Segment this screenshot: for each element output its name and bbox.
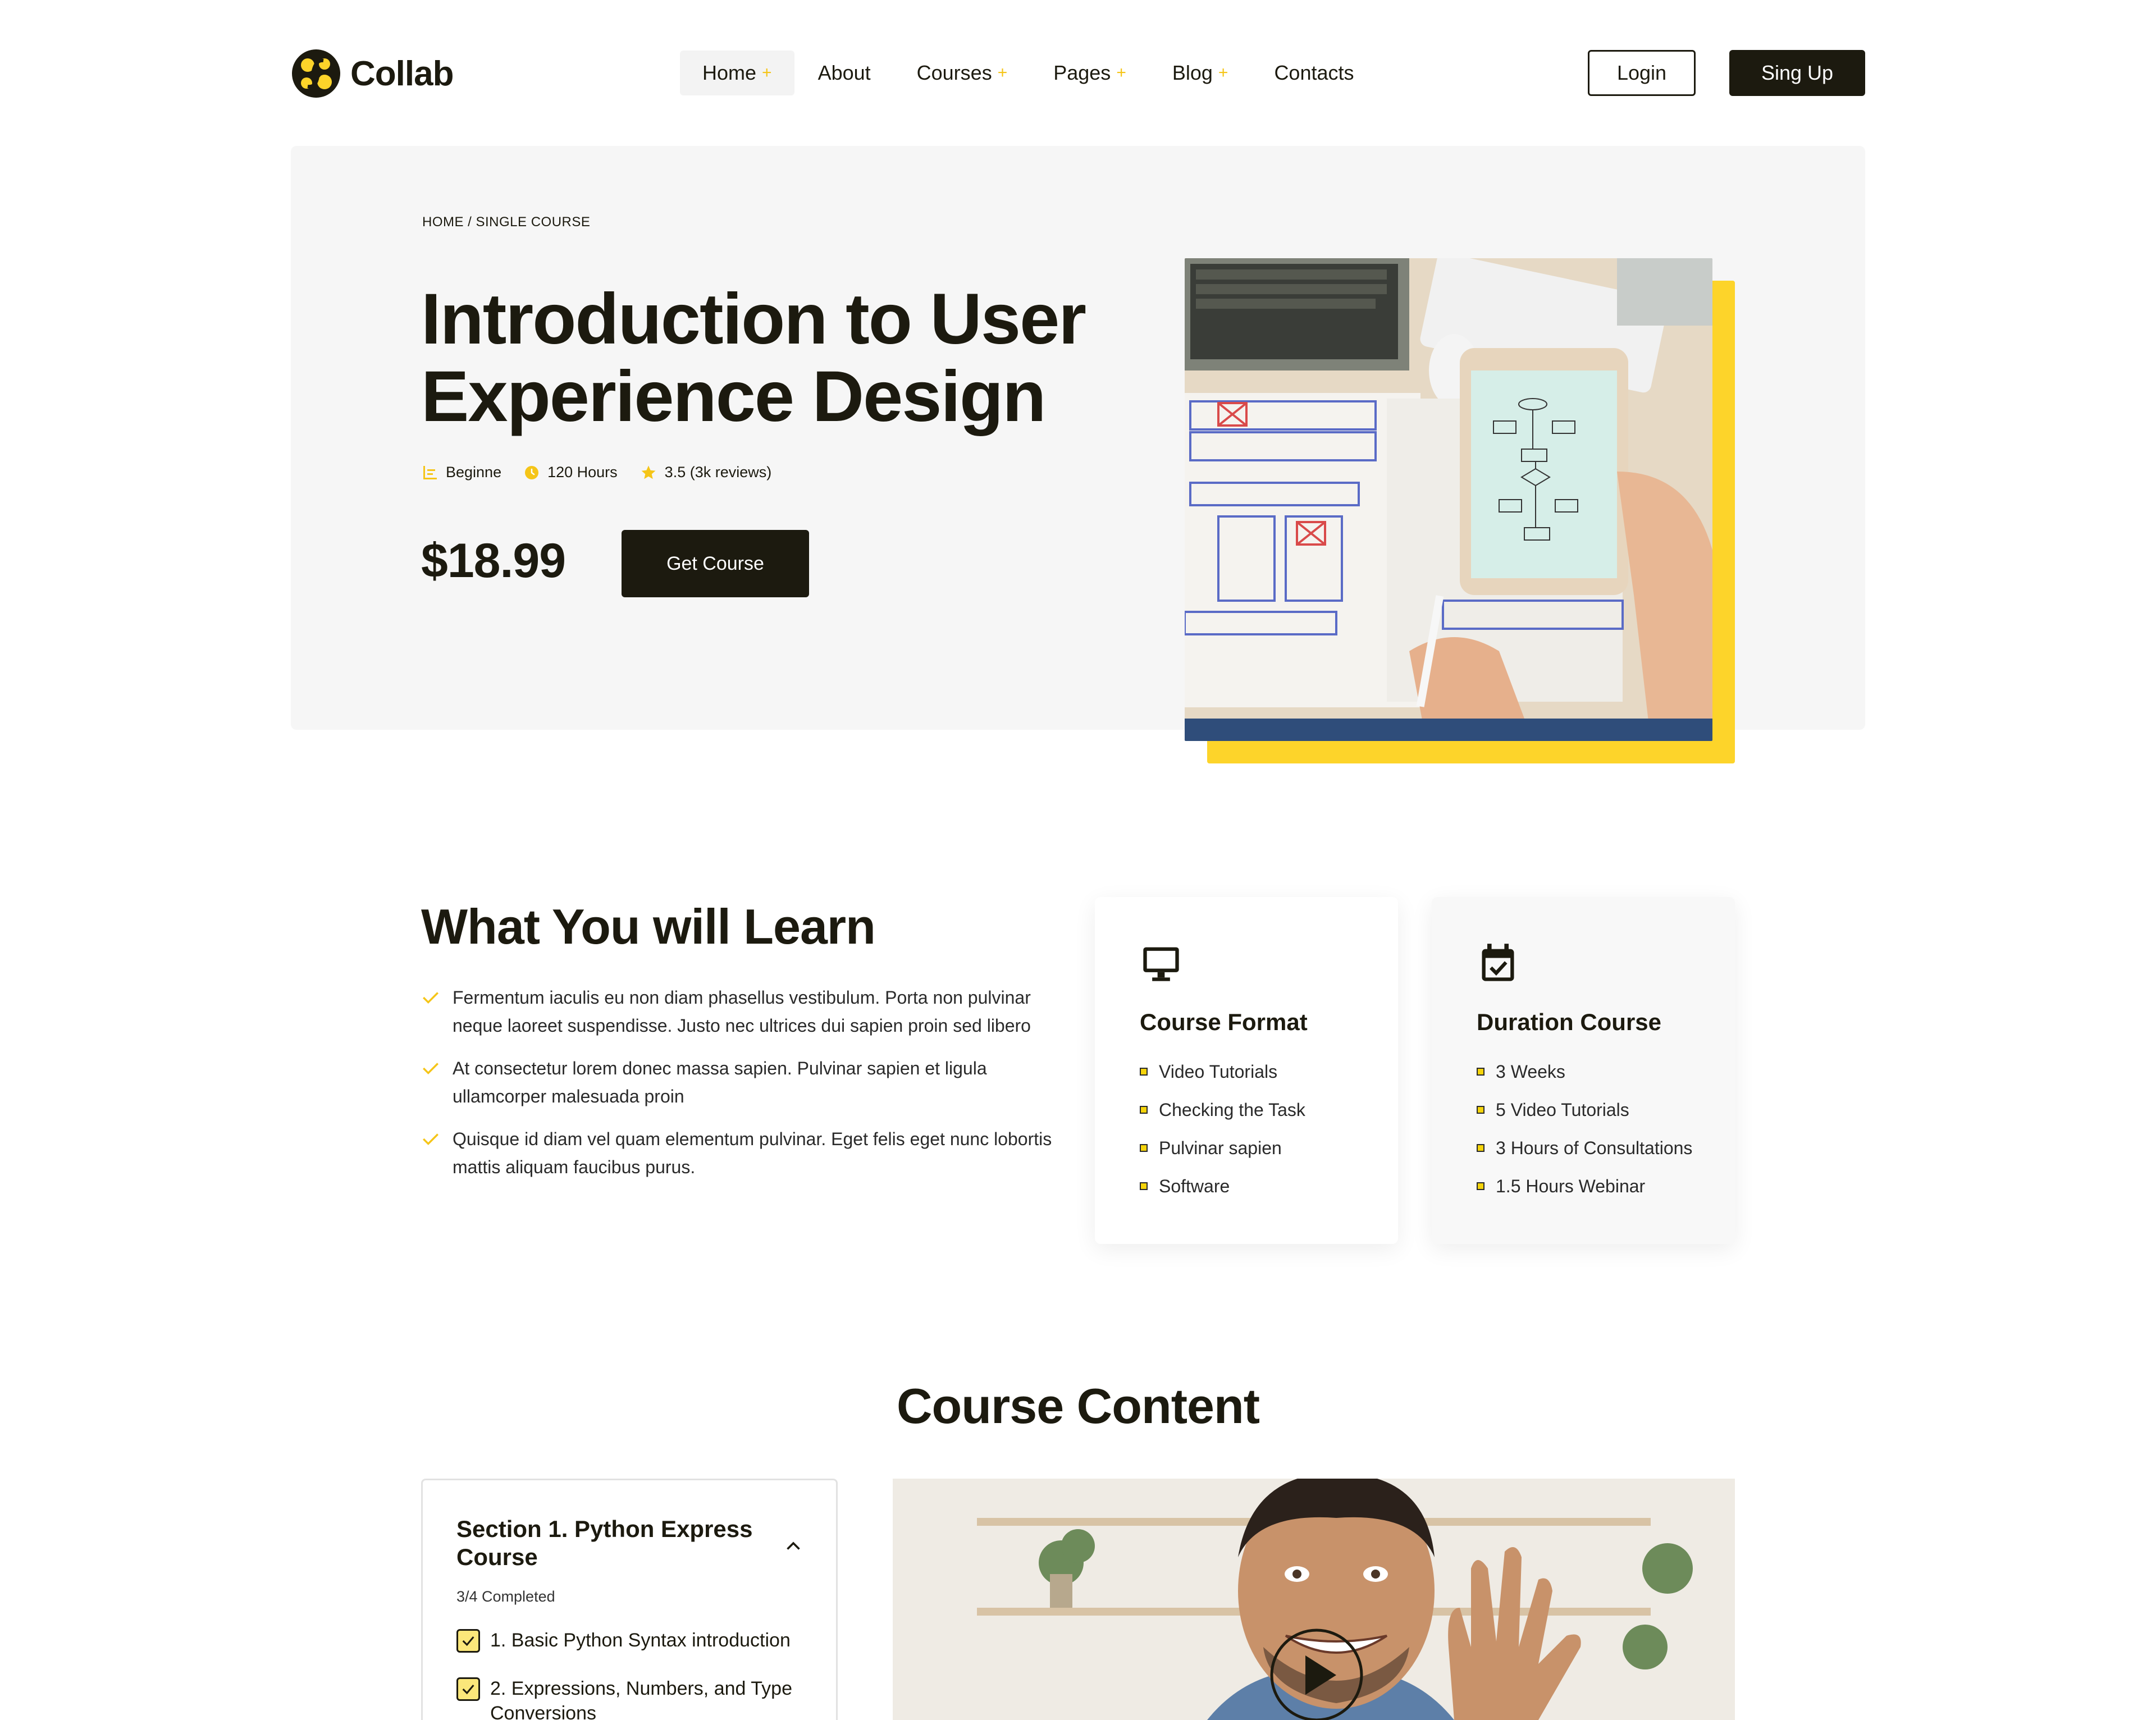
meta-rating-text: 3.5 (3k reviews) <box>664 464 772 481</box>
card-list-item: Pulvinar sapien <box>1140 1129 1398 1167</box>
check-icon <box>423 1063 438 1074</box>
nav-blog-label: Blog <box>1172 61 1213 84</box>
course-price: $18.99 <box>421 534 566 588</box>
meta-rating: 3.5 (3k reviews) <box>640 464 772 481</box>
check-icon <box>423 992 438 1004</box>
level-icon <box>423 465 437 479</box>
check-icon <box>462 1685 474 1695</box>
card-list-item: 1.5 Hours Webinar <box>1477 1167 1735 1205</box>
check-icon <box>423 1133 438 1145</box>
tablet-wireframe-photo-icon <box>1185 258 1712 741</box>
card-list-item: Software <box>1140 1167 1398 1205</box>
bullet-square-icon <box>1140 1068 1148 1076</box>
card-list-item: 5 Video Tutorials <box>1477 1091 1735 1129</box>
logo-text: Collab <box>350 54 454 93</box>
chevron-up-icon[interactable] <box>783 1536 803 1557</box>
card-list: 3 Weeks 5 Video Tutorials 3 Hours of Con… <box>1477 1053 1735 1205</box>
learn-item-text: Quisque id diam vel quam elementum pulvi… <box>453 1129 1052 1177</box>
logo[interactable]: Collab <box>291 48 454 99</box>
learn-item-text: Fermentum iaculis eu non diam phasellus … <box>453 987 1031 1036</box>
card-list-item-text: 5 Video Tutorials <box>1496 1099 1629 1120</box>
section-title[interactable]: Section 1. Python Express Course <box>456 1515 771 1571</box>
page-title: Introduction to User Experience Design <box>421 279 1086 437</box>
breadcrumb[interactable]: HOME / SINGLE COURSE <box>422 214 590 230</box>
bullet-square-icon <box>1477 1106 1484 1114</box>
card-list-item-text: 1.5 Hours Webinar <box>1496 1175 1646 1196</box>
hero-image <box>1185 258 1712 741</box>
duration-course-card: Duration Course 3 Weeks 5 Video Tutorial… <box>1432 897 1735 1244</box>
card-list-item: Video Tutorials <box>1140 1053 1398 1091</box>
course-video[interactable] <box>893 1479 1735 1720</box>
bullet-square-icon <box>1477 1144 1484 1152</box>
bullet-square-icon <box>1140 1106 1148 1114</box>
nav-courses-label: Courses <box>916 61 992 84</box>
card-list-item-text: Video Tutorials <box>1159 1061 1278 1082</box>
nav-courses[interactable]: Courses + <box>894 51 1030 95</box>
meta-level-text: Beginne <box>446 464 502 481</box>
section-progress: 3/4 Completed <box>456 1588 555 1605</box>
lesson-checkbox[interactable] <box>456 1629 480 1653</box>
lesson-item[interactable]: 2. Expressions, Numbers, and Type Conver… <box>456 1676 816 1720</box>
play-icon[interactable] <box>1272 1630 1362 1720</box>
nav-home[interactable]: Home + <box>680 51 794 95</box>
meta-hours-text: 120 Hours <box>547 464 618 481</box>
nav-blog[interactable]: Blog + <box>1150 51 1251 95</box>
lesson-checkbox[interactable] <box>456 1677 480 1701</box>
nav-pages[interactable]: Pages + <box>1031 51 1149 95</box>
learn-list: Fermentum iaculis eu non diam phasellus … <box>421 983 1056 1196</box>
nav-about-label: About <box>817 61 871 84</box>
learn-item: Fermentum iaculis eu non diam phasellus … <box>421 983 1056 1040</box>
bullet-square-icon <box>1140 1182 1148 1190</box>
submenu-plus-icon: + <box>762 63 772 82</box>
card-list-item: 3 Weeks <box>1477 1053 1735 1091</box>
nav-home-label: Home <box>702 61 757 84</box>
learn-item-text: At consectetur lorem donec massa sapien.… <box>453 1058 987 1106</box>
card-list-item-text: Software <box>1159 1175 1230 1196</box>
card-list-item: Checking the Task <box>1140 1091 1398 1129</box>
submenu-plus-icon: + <box>997 63 1008 82</box>
nav-pages-label: Pages <box>1053 61 1111 84</box>
meta-level: Beginne <box>422 464 501 481</box>
card-title: Course Format <box>1140 1009 1308 1035</box>
submenu-plus-icon: + <box>1116 63 1126 82</box>
bullet-square-icon <box>1477 1182 1484 1190</box>
card-title: Duration Course <box>1477 1009 1662 1035</box>
signup-button[interactable]: Sing Up <box>1729 50 1865 96</box>
card-list-item-text: 3 Hours of Consultations <box>1496 1137 1693 1158</box>
nav-contacts-label: Contacts <box>1274 61 1354 84</box>
card-list-item: 3 Hours of Consultations <box>1477 1129 1735 1167</box>
get-course-button[interactable]: Get Course <box>622 530 809 597</box>
meta-hours: 120 Hours <box>524 464 618 481</box>
lesson-title: 2. Expressions, Numbers, and Type Conver… <box>490 1678 792 1720</box>
bullet-square-icon <box>1140 1144 1148 1152</box>
course-format-card: Course Format Video Tutorials Checking t… <box>1095 897 1398 1244</box>
clock-icon <box>525 465 539 479</box>
site-header: Collab Home + About Courses + Pages + Bl… <box>0 0 2156 146</box>
logo-icon <box>292 49 340 98</box>
monitor-icon <box>1143 947 1179 981</box>
lesson-title: 1. Basic Python Syntax introduction <box>490 1630 791 1651</box>
learn-item: At consectetur lorem donec massa sapien.… <box>421 1054 1056 1110</box>
learn-title: What You will Learn <box>421 899 876 954</box>
login-button[interactable]: Login <box>1588 50 1696 96</box>
card-list-item-text: 3 Weeks <box>1496 1061 1565 1082</box>
main-nav: Home + About Courses + Pages + Blog + Co… <box>680 51 1378 95</box>
course-meta: Beginne 120 Hours 3.5 (3k reviews) <box>422 464 794 481</box>
submenu-plus-icon: + <box>1218 63 1228 82</box>
course-content-title: Course Content <box>897 1378 1260 1434</box>
bullet-square-icon <box>1477 1068 1484 1076</box>
card-list-item-text: Checking the Task <box>1159 1099 1305 1120</box>
learn-item: Quisque id diam vel quam elementum pulvi… <box>421 1125 1056 1181</box>
lesson-item[interactable]: 1. Basic Python Syntax introduction <box>456 1628 816 1653</box>
nav-contacts[interactable]: Contacts <box>1251 51 1376 95</box>
course-section-accordion: Section 1. Python Express Course 3/4 Com… <box>421 1479 838 1720</box>
nav-about[interactable]: About <box>796 51 893 95</box>
calendar-check-icon <box>1482 944 1514 981</box>
card-list-item-text: Pulvinar sapien <box>1159 1137 1282 1158</box>
star-icon <box>641 465 656 479</box>
check-icon <box>462 1636 474 1646</box>
card-list: Video Tutorials Checking the Task Pulvin… <box>1140 1053 1398 1205</box>
